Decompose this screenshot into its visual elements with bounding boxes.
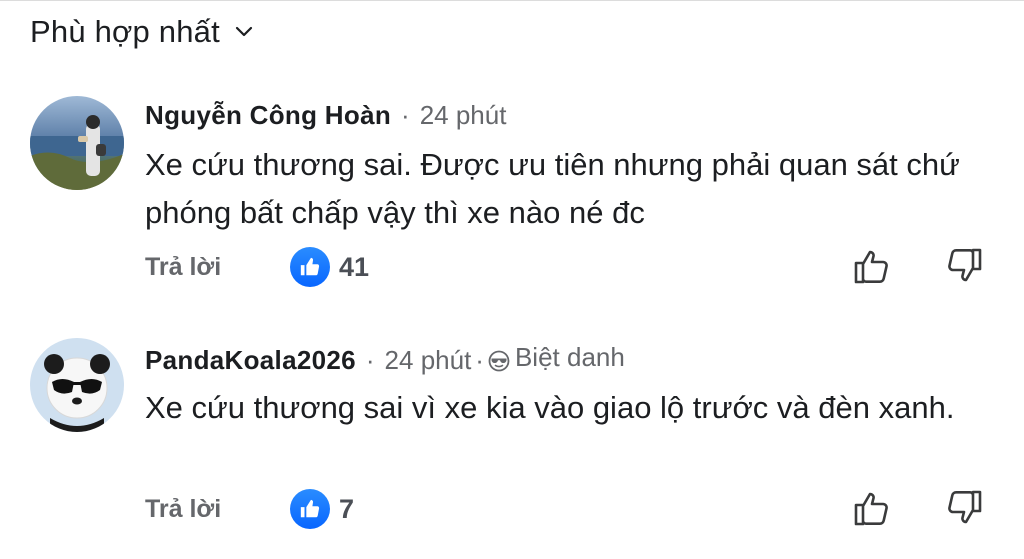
chevron-down-icon	[235, 26, 253, 37]
comment-text: Xe cứu thương sai vì xe kia vào giao lộ …	[145, 390, 955, 425]
like-reaction-icon	[290, 247, 330, 287]
top-divider	[0, 0, 1024, 1]
like-count: 7	[339, 493, 355, 524]
like-button[interactable]	[850, 244, 894, 288]
comment-text: Xe cứu thương sai. Được ưu tiên nhưng ph…	[145, 147, 960, 230]
sort-label: Phù hợp nhất	[30, 14, 220, 49]
separator-dot: ·	[401, 100, 410, 130]
comment-time[interactable]: 24 phút	[420, 100, 507, 131]
separator-dot: ·	[365, 344, 375, 375]
sunglasses-icon	[488, 350, 510, 371]
like-reaction-icon	[290, 489, 330, 529]
thumbs-up-icon	[854, 492, 888, 526]
dislike-button[interactable]	[942, 244, 986, 288]
avatar[interactable]	[30, 96, 124, 190]
thumbs-up-icon	[854, 250, 888, 284]
sort-dropdown[interactable]: Phù hợp nhất	[30, 14, 254, 50]
separator-dot: ·	[475, 344, 484, 375]
thumbs-down-icon	[948, 490, 982, 524]
badge-label: Biệt danh	[514, 342, 625, 372]
comment-header: Nguyễn Công Hoàn · 24 phút	[145, 100, 506, 131]
reply-button[interactable]: Trả lời	[145, 253, 221, 282]
reply-button[interactable]: Trả lời	[145, 495, 221, 524]
avatar[interactable]	[30, 338, 124, 432]
like-button[interactable]	[850, 486, 894, 530]
author-name[interactable]: Nguyễn Công Hoàn	[145, 100, 391, 131]
dislike-button[interactable]	[942, 486, 986, 530]
comment-header: PandaKoala2026 · 24 phút · Biệt danh	[145, 342, 625, 376]
reaction-summary[interactable]: 7	[290, 489, 354, 529]
comment-time[interactable]: 24 phút	[385, 345, 472, 376]
like-count: 41	[339, 251, 370, 282]
nickname-badge[interactable]: Biệt danh	[488, 342, 625, 373]
reaction-summary[interactable]: 41	[290, 247, 369, 287]
thumbs-down-icon	[948, 248, 982, 282]
author-name[interactable]: PandaKoala2026	[145, 345, 356, 376]
